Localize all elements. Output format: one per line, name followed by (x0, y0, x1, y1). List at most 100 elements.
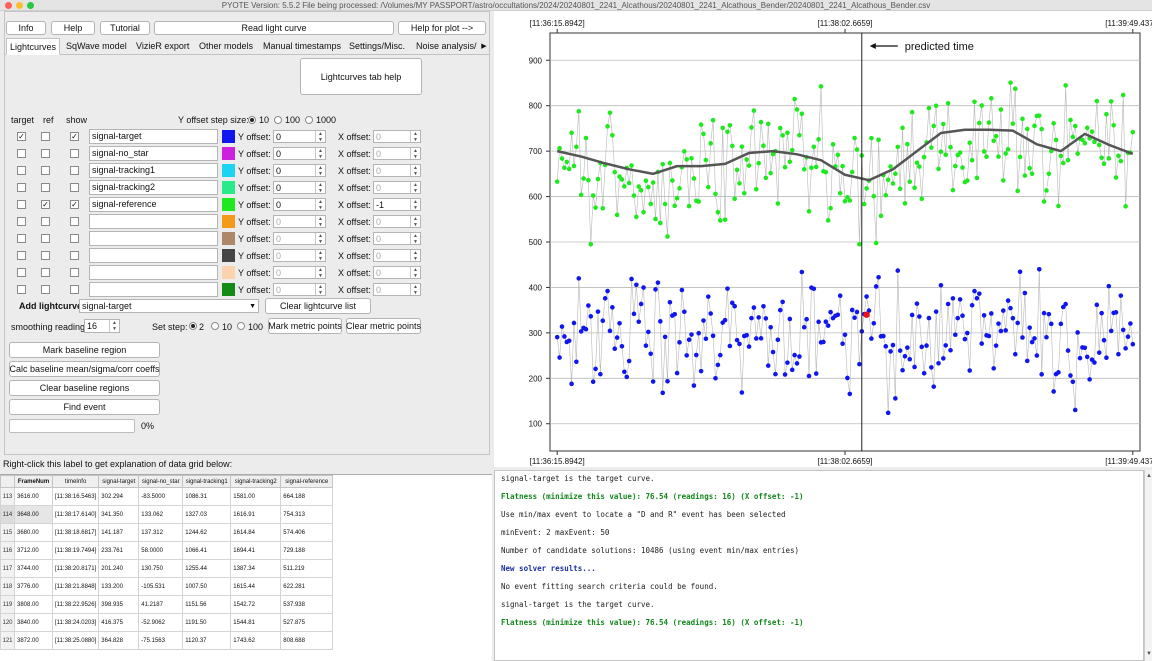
ref-checkbox[interactable] (41, 132, 50, 141)
table-cell[interactable]: 3680.00 (14, 523, 53, 542)
table-cell[interactable]: 1542.72 (230, 595, 282, 614)
target-checkbox[interactable] (17, 251, 26, 260)
set-step-radio-2[interactable] (189, 322, 197, 330)
table-cell[interactable]: 3616.00 (14, 487, 53, 506)
yoffset-spinbox[interactable]: 0 ▲ ▼ (273, 283, 326, 296)
find-event-button[interactable]: Find event (9, 399, 160, 415)
table-cell[interactable]: 58.0000 (138, 541, 184, 560)
yoffset-step-radio-1000[interactable] (305, 116, 313, 124)
table-cell[interactable]: 1544.81 (230, 613, 282, 632)
show-checkbox[interactable] (70, 149, 79, 158)
yoffset-spinbox[interactable]: 0 ▲ ▼ (273, 215, 326, 228)
xoffset-spinbox[interactable]: 0 ▲ ▼ (373, 147, 421, 160)
calc-baseline-button[interactable]: Calc baseline mean/sigma/corr coeffs (9, 361, 160, 377)
table-cell[interactable]: 3840.00 (14, 613, 53, 632)
table-cell[interactable]: 3648.00 (14, 505, 53, 524)
tab-other-models[interactable]: Other models (196, 38, 256, 55)
ref-checkbox[interactable] (41, 217, 50, 226)
info-button[interactable]: Info (6, 21, 46, 35)
row-number[interactable]: 113 (0, 487, 15, 506)
curve-color-swatch[interactable] (222, 198, 235, 211)
table-cell[interactable]: 1007.50 (182, 577, 232, 596)
ref-checkbox[interactable]: ✓ (41, 200, 50, 209)
lightcurve-plot[interactable]: 100 200 300 400 500 600 700 800 900 [11:36:15.894… (494, 11, 1152, 467)
mark-metric-points-button[interactable]: Mark metric points (268, 318, 342, 334)
spin-arrows-icon[interactable]: ▲ ▼ (315, 182, 325, 193)
curve-color-swatch[interactable] (222, 283, 235, 296)
table-cell[interactable]: -52.9062 (138, 613, 184, 632)
grid-column-header[interactable]: timeInfo (51, 475, 100, 488)
spin-arrows-icon[interactable]: ▲ ▼ (315, 216, 325, 227)
table-cell[interactable]: 537.938 (280, 595, 334, 614)
table-row[interactable]: 117 3744.00 [11:38:20.8171] 201.240 130.750 1… (0, 559, 334, 578)
read-light-curve-button[interactable]: Read light curve (154, 21, 394, 35)
show-checkbox[interactable] (70, 234, 79, 243)
table-cell[interactable]: 808.688 (280, 631, 334, 650)
table-cell[interactable]: 729.188 (280, 541, 334, 560)
spin-arrows-icon[interactable]: ▲ ▼ (410, 148, 420, 159)
spin-arrows-icon[interactable]: ▲ ▼ (410, 199, 420, 210)
table-row[interactable]: 113 3616.00 [11:38:16.5463] 302.294 -83.5000… (0, 487, 334, 506)
row-number[interactable]: 120 (0, 613, 15, 632)
target-checkbox[interactable] (17, 166, 26, 175)
xoffset-spinbox[interactable]: 0 ▲ ▼ (373, 181, 421, 194)
lightcurves-tab-help-button[interactable]: Lightcurves tab help (300, 58, 422, 95)
table-row[interactable]: 115 3680.00 [11:38:18.6817] 141.187 137.312 1… (0, 523, 334, 542)
tutorial-button[interactable]: Tutorial (100, 21, 150, 35)
table-row[interactable]: 116 3712.00 [11:38:19.7494] 233.761 58.0000 1… (0, 541, 334, 560)
scroll-up-icon[interactable]: ▲ (1146, 473, 1152, 479)
tab-settings-misc[interactable]: Settings/Misc. (346, 38, 408, 55)
table-cell[interactable]: 133.062 (138, 505, 184, 524)
output-scrollbar[interactable]: ▲ ▼ (1144, 470, 1152, 661)
target-checkbox[interactable] (17, 285, 26, 294)
table-cell[interactable]: -83.5000 (138, 487, 184, 506)
table-cell[interactable]: 664.188 (280, 487, 334, 506)
grid-column-header[interactable]: signal-target (98, 475, 140, 488)
target-checkbox[interactable] (17, 234, 26, 243)
table-cell[interactable]: [11:38:16.5463] (51, 487, 100, 506)
xoffset-spinbox[interactable]: 0 ▲ ▼ (373, 232, 421, 245)
table-cell[interactable]: -105.531 (138, 577, 184, 596)
curve-name-field[interactable] (89, 214, 218, 229)
yoffset-spinbox[interactable]: 0 ▲ ▼ (273, 130, 326, 143)
table-cell[interactable]: 137.312 (138, 523, 184, 542)
table-row[interactable]: 118 3776.00 [11:38:21.8848] 133.200 -105.531… (0, 577, 334, 596)
table-cell[interactable]: -75.1563 (138, 631, 184, 650)
row-number[interactable]: 121 (0, 631, 15, 650)
table-cell[interactable]: 141.187 (98, 523, 140, 542)
table-cell[interactable]: 574.406 (280, 523, 334, 542)
ref-checkbox[interactable] (41, 234, 50, 243)
table-cell[interactable]: 1120.37 (182, 631, 232, 650)
spin-arrows-icon[interactable]: ▲ ▼ (315, 148, 325, 159)
curve-color-swatch[interactable] (222, 249, 235, 262)
table-cell[interactable]: 1387.34 (230, 559, 282, 578)
spin-arrows-icon[interactable]: ▲ ▼ (315, 131, 325, 142)
yoffset-spinbox[interactable]: 0 ▲ ▼ (273, 164, 326, 177)
table-row[interactable]: 120 3840.00 [11:38:24.0203] 416.375 -52.9062… (0, 613, 334, 632)
spin-arrows-icon[interactable]: ▲ ▼ (410, 131, 420, 142)
curve-name-field[interactable] (89, 248, 218, 263)
plot-canvas[interactable]: 100 200 300 400 500 600 700 800 900 [11:36:15.894… (494, 11, 1152, 467)
target-checkbox[interactable] (17, 149, 26, 158)
table-cell[interactable]: 3744.00 (14, 559, 53, 578)
spin-arrows-icon[interactable]: ▲ ▼ (315, 284, 325, 295)
table-cell[interactable]: [11:38:18.6817] (51, 523, 100, 542)
spin-arrows-icon[interactable]: ▲ ▼ (315, 267, 325, 278)
xoffset-spinbox[interactable]: 0 ▲ ▼ (373, 215, 421, 228)
mark-baseline-region-button[interactable]: Mark baseline region (9, 342, 160, 358)
show-checkbox[interactable] (70, 183, 79, 192)
row-number[interactable]: 117 (0, 559, 15, 578)
table-cell[interactable]: 130.750 (138, 559, 184, 578)
table-cell[interactable]: 754.313 (280, 505, 334, 524)
clear-baseline-regions-button[interactable]: Clear baseline regions (9, 380, 160, 396)
row-number[interactable]: 115 (0, 523, 15, 542)
spin-arrows-icon[interactable]: ▲ ▼ (315, 199, 325, 210)
table-cell[interactable]: 233.761 (98, 541, 140, 560)
yoffset-spinbox[interactable]: 0 ▲ ▼ (273, 249, 326, 262)
grid-column-header[interactable]: signal-tracking2 (230, 475, 282, 488)
grid-hint-label[interactable]: Right-click this label to get explanatio… (3, 459, 232, 469)
table-cell[interactable]: 527.875 (280, 613, 334, 632)
show-checkbox[interactable] (70, 268, 79, 277)
row-number[interactable]: 118 (0, 577, 15, 596)
table-cell[interactable]: 341.350 (98, 505, 140, 524)
